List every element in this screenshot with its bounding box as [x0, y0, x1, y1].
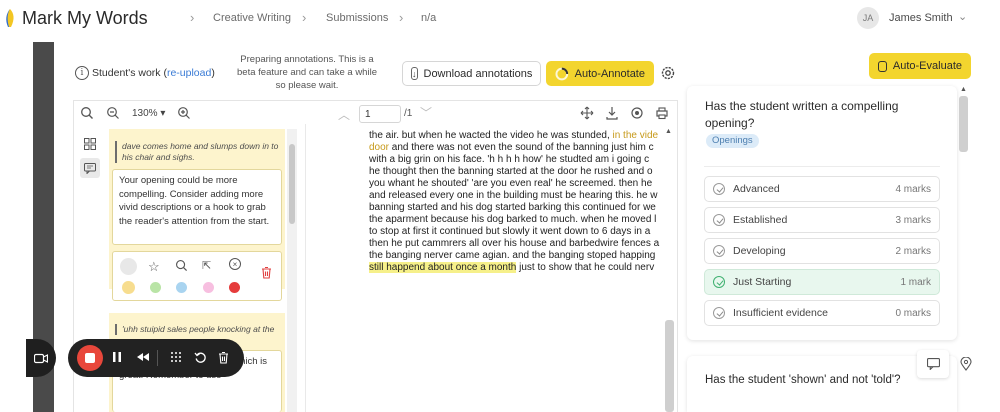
location-pin-icon[interactable] [960, 357, 972, 371]
student-work-label: Student's work (re-upload) [92, 67, 215, 79]
user-name[interactable]: James Smith [889, 12, 953, 24]
breadcrumb-current: n/a [421, 12, 437, 24]
category-tag: Openings [706, 134, 759, 148]
avatar[interactable]: JA [857, 7, 879, 29]
delete-icon[interactable] [261, 266, 272, 279]
check-circle-icon [713, 307, 725, 319]
auto-annotate-button[interactable]: Auto-Annotate [546, 61, 654, 86]
download-icon: ↓ [411, 67, 418, 80]
reupload-link[interactable]: re-upload [167, 67, 211, 79]
document-line: the aparment because his dog barked to m… [369, 214, 657, 225]
search-icon[interactable] [175, 259, 188, 272]
color-swatch[interactable] [203, 282, 214, 293]
rubric-question: Has the student 'shown' and not 'told'? [705, 374, 901, 386]
divider [704, 166, 940, 167]
comment-quote: 'uhh stuipid sales people knocking at th… [115, 324, 283, 335]
prev-page-icon[interactable]: ︿ [338, 106, 350, 123]
page-number-input[interactable]: 1 [359, 105, 401, 123]
restart-icon[interactable] [188, 345, 212, 369]
print-icon[interactable] [655, 106, 669, 120]
document-line: still happend about once a month just to… [369, 262, 655, 273]
document-line: to stop at first it continued but slowly… [369, 226, 651, 237]
rubric-option-just-starting[interactable]: Just Starting 1 mark [704, 269, 940, 295]
star-icon[interactable]: ☆ [148, 259, 160, 275]
document-line: with a big grin on his face. 'h h h h ho… [369, 154, 650, 165]
check-circle-icon [713, 245, 725, 257]
comment-quote: dave comes home and slumps down in to hi… [115, 141, 279, 163]
scrollbar-thumb[interactable] [289, 144, 295, 224]
stop-recording-button[interactable] [77, 345, 103, 371]
rubric-option-advanced[interactable]: Advanced 4 marks [704, 176, 940, 202]
check-circle-icon [713, 183, 725, 195]
drag-handle-icon[interactable] [164, 345, 188, 369]
divider [157, 350, 158, 366]
info-icon: i [75, 66, 89, 80]
preparing-message: Preparing annotations. This is a beta fe… [237, 54, 377, 91]
next-page-icon[interactable]: ﹀ [420, 104, 432, 121]
document-line: and released every one in the building m… [369, 190, 658, 201]
document-line: then he put cammrers all over his house … [369, 238, 660, 249]
stop-icon [85, 353, 95, 363]
zoom-out-icon[interactable] [106, 106, 120, 120]
loading-spinner-icon [555, 67, 569, 80]
zoom-level-select[interactable]: 130% ▾ [132, 108, 165, 119]
comment-toolbar [112, 251, 282, 301]
settings-gear-icon[interactable] [660, 65, 676, 81]
rubric-question: Has the student written a compelling ope… [705, 99, 899, 130]
document-line: you whant he shouted' 'are you even real… [369, 178, 653, 189]
color-swatch[interactable] [150, 282, 161, 293]
color-swatch[interactable] [122, 281, 135, 294]
zoom-in-icon[interactable] [177, 106, 191, 120]
app-logo-icon [4, 8, 16, 28]
chevron-right-icon: › [190, 10, 195, 25]
rubric-scrollbar-thumb[interactable] [959, 96, 968, 152]
scroll-up-icon[interactable]: ▲ [665, 128, 672, 135]
highlighted-text[interactable]: still happend about once a month [369, 262, 517, 273]
trash-icon[interactable] [211, 345, 235, 369]
pause-button[interactable] [105, 345, 129, 369]
comment-text[interactable]: Your opening could be more compelling. C… [112, 169, 282, 245]
chevron-right-icon: › [302, 10, 307, 25]
pointer-icon[interactable]: ⇱ [202, 259, 211, 272]
pan-move-icon[interactable] [580, 106, 594, 120]
check-circle-icon [713, 214, 725, 226]
download-file-icon[interactable] [605, 106, 619, 120]
page-total: /1 [404, 108, 413, 119]
chevron-right-icon: › [399, 10, 404, 25]
color-swatch[interactable] [176, 282, 187, 293]
rubric-option-established[interactable]: Established 3 marks [704, 207, 940, 233]
evaluate-icon [878, 60, 887, 72]
color-picker-icon[interactable] [120, 258, 137, 275]
app-title[interactable]: Mark My Words [22, 8, 148, 29]
rotate-icon[interactable] [630, 106, 644, 120]
chevron-down-icon[interactable]: ⌄ [958, 10, 967, 23]
document-page: the air. but when he wacted the video he… [369, 130, 661, 282]
breadcrumb-submissions[interactable]: Submissions [326, 12, 388, 24]
color-swatch[interactable] [229, 282, 240, 293]
document-line: banning started and his dog started bark… [369, 202, 656, 213]
document-line: the banging nerver came agian. and the b… [369, 250, 656, 261]
feedback-chat-icon[interactable] [917, 350, 949, 378]
document-line: the air. but when he wacted the video he… [369, 130, 659, 141]
rubric-option-insufficient-evidence[interactable]: Insufficient evidence 0 marks [704, 300, 940, 326]
breadcrumb-creative-writing[interactable]: Creative Writing [213, 12, 291, 24]
download-annotations-button[interactable]: ↓ Download annotations [402, 61, 541, 86]
scroll-up-icon[interactable]: ▲ [960, 86, 967, 93]
close-circle-icon[interactable]: × [229, 258, 241, 270]
rubric-option-developing[interactable]: Developing 2 marks [704, 238, 940, 264]
document-line: door and there was not even the sound of… [369, 142, 654, 153]
document-divider [305, 124, 306, 412]
search-icon[interactable] [80, 106, 94, 120]
auto-evaluate-button[interactable]: Auto-Evaluate [869, 53, 971, 79]
document-scrollbar-thumb[interactable] [665, 320, 674, 412]
top-nav: Mark My Words › Creative Writing › Submi… [0, 0, 1000, 38]
check-circle-icon [713, 276, 725, 288]
comments-tab-icon[interactable] [80, 158, 100, 178]
thumbnails-icon[interactable] [84, 138, 96, 150]
document-line: he thought then the banning started at t… [369, 166, 653, 177]
rewind-button[interactable] [131, 345, 155, 369]
